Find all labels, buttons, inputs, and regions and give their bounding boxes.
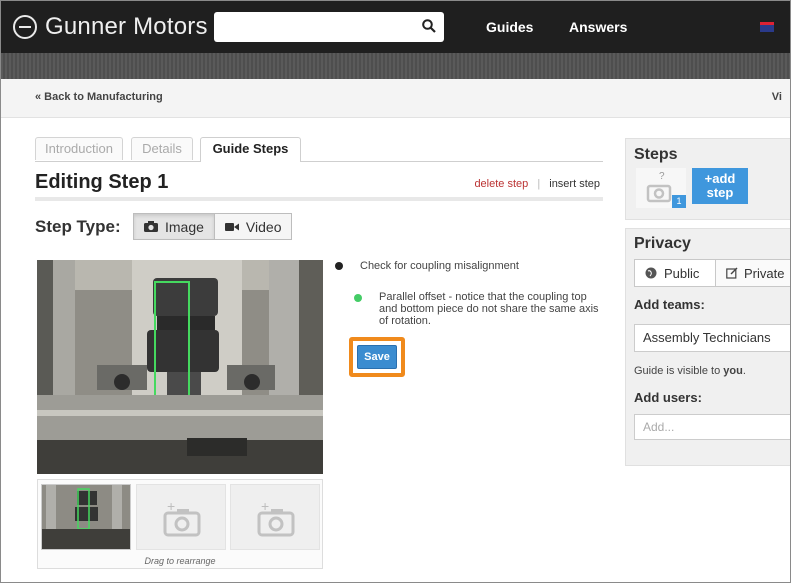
thumbnail-2[interactable]: +	[136, 484, 226, 550]
thumbnail-1[interactable]	[41, 484, 131, 550]
privacy-private-button[interactable]: Private	[715, 259, 790, 287]
step-type-video-button[interactable]: Video	[214, 213, 293, 240]
action-separator: |	[537, 178, 541, 190]
visibility-who: you	[723, 365, 743, 377]
view-link[interactable]: Vi	[772, 91, 782, 103]
bullet-dot-green[interactable]	[354, 294, 362, 302]
privacy-panel: Privacy Public Private Add teams: Assemb…	[625, 228, 790, 466]
step-actions: delete step | insert step	[474, 178, 600, 190]
tab-guide-steps[interactable]: Guide Steps	[200, 137, 301, 162]
search-icon[interactable]	[422, 19, 436, 33]
visibility-suffix: .	[742, 365, 746, 377]
save-button[interactable]: Save	[357, 345, 397, 369]
privacy-public-button[interactable]: Public	[634, 259, 716, 287]
drag-hint: Drag to rearrange	[144, 556, 216, 566]
title-divider	[35, 197, 603, 201]
bullet-line-1[interactable]: Check for coupling misalignment	[360, 260, 600, 272]
save-highlight: Save	[349, 337, 405, 377]
step-number-badge: 1	[672, 195, 686, 208]
tab-introduction[interactable]: Introduction	[35, 137, 123, 160]
step-type-toggle: Image Video	[133, 213, 293, 240]
video-camera-icon	[224, 222, 239, 231]
add-photo-icon: +	[163, 498, 201, 537]
add-step-line2: step	[706, 185, 734, 200]
step-type-image-button[interactable]: Image	[133, 213, 215, 240]
logo-icon	[13, 15, 37, 39]
tab-details[interactable]: Details	[131, 137, 193, 160]
steps-title: Steps	[634, 146, 678, 163]
nav-guides[interactable]: Guides	[486, 19, 533, 35]
nav-answers[interactable]: Answers	[569, 19, 627, 35]
thumbnail-3[interactable]: +	[230, 484, 320, 550]
delete-step-link[interactable]: delete step	[474, 178, 528, 190]
visibility-prefix: Guide is visible to	[634, 365, 724, 377]
flag-icon[interactable]	[760, 22, 774, 32]
breadcrumb-bar: « Back to Manufacturing Vi	[1, 79, 790, 118]
steps-panel: Steps ? 1 +add step	[625, 138, 790, 220]
add-step-line1: +add	[704, 171, 736, 186]
page-title: Editing Step 1	[35, 171, 169, 193]
step-type-label: Step Type:	[35, 217, 121, 236]
coupling-photo	[37, 260, 323, 474]
add-step-button[interactable]: +add step	[692, 168, 748, 204]
insert-step-link[interactable]: insert step	[549, 178, 600, 190]
back-link[interactable]: « Back to Manufacturing	[35, 91, 163, 103]
bullet-line-2[interactable]: Parallel offset - notice that the coupli…	[379, 291, 604, 327]
header-stripe	[1, 53, 790, 79]
app-frame: Gunner Motors Guides Answers « Back to M…	[0, 0, 791, 583]
visibility-text: Guide is visible to you.	[634, 365, 746, 377]
step-main-image[interactable]	[37, 260, 323, 474]
privacy-private-label: Private	[744, 265, 785, 281]
step-type-video-label: Video	[245, 218, 282, 235]
image-thumbnails: + + Drag to rearrange	[37, 479, 323, 569]
bullet-dot-black[interactable]	[335, 262, 343, 270]
brand-name: Gunner Motors	[45, 13, 208, 40]
globe-icon	[645, 267, 657, 279]
top-header: Gunner Motors Guides Answers	[1, 1, 790, 53]
step-thumb-placeholder: ?	[659, 171, 665, 182]
privacy-public-label: Public	[664, 265, 700, 281]
add-photo-icon: +	[257, 498, 295, 537]
brand-logo[interactable]: Gunner Motors	[13, 13, 208, 41]
edit-icon	[726, 267, 738, 279]
search-input[interactable]	[214, 12, 444, 42]
privacy-title: Privacy	[634, 235, 691, 252]
add-teams-label: Add teams:	[634, 297, 705, 312]
team-field[interactable]: Assembly Technicians	[634, 324, 790, 352]
add-users-label: Add users:	[634, 390, 702, 405]
add-users-input[interactable]: Add...	[634, 414, 790, 440]
thumbnail-photo	[42, 485, 130, 549]
editor-tabs: Introduction Details Guide Steps	[35, 137, 603, 162]
step-type-image-label: Image	[165, 218, 204, 235]
camera-icon	[144, 221, 158, 232]
